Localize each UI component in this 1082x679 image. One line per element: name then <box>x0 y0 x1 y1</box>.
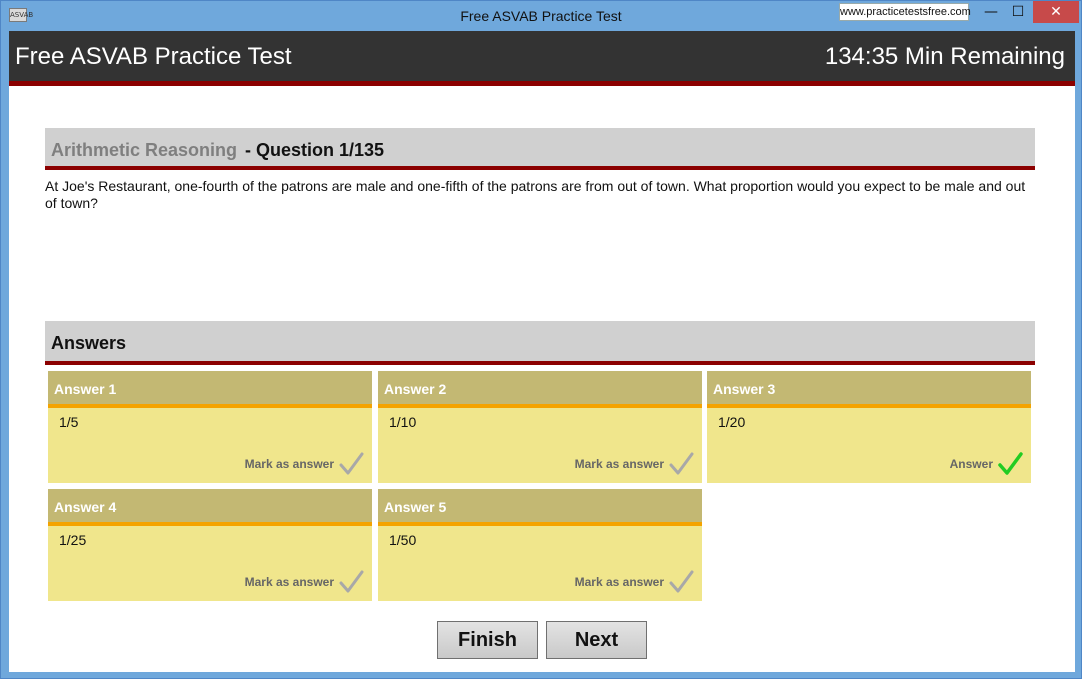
client-area: Free ASVAB Practice Test 134:35 Min Rema… <box>9 31 1075 672</box>
question-category: Arithmetic Reasoning <box>51 140 238 160</box>
answer-title-bar: Answer 5 <box>378 489 702 526</box>
checkmark-icon <box>339 452 364 475</box>
close-icon: ✕ <box>1050 4 1062 20</box>
maximize-icon: ☐ <box>1011 4 1025 20</box>
checkmark-selected-icon <box>998 452 1023 475</box>
finish-button[interactable]: Finish <box>437 621 538 659</box>
close-button[interactable]: ✕ <box>1033 1 1079 23</box>
minimize-button[interactable]: — <box>976 1 1006 23</box>
mark-as-answer-button[interactable]: Mark as answer <box>245 569 364 595</box>
checkmark-icon <box>339 570 364 593</box>
mark-label: Mark as answer <box>574 575 664 589</box>
app-header: Free ASVAB Practice Test 134:35 Min Rema… <box>9 31 1075 81</box>
maximize-button[interactable]: ☐ <box>1003 1 1033 23</box>
mark-label: Answer <box>949 457 993 471</box>
app-title: Free ASVAB Practice Test <box>15 43 292 70</box>
question-header: Arithmetic Reasoning - Question 1/135 <box>45 128 1035 170</box>
mark-label: Mark as answer <box>574 457 664 471</box>
answer-card-1[interactable]: Answer 1 1/5 Mark as answer <box>48 371 372 483</box>
answer-card-5[interactable]: Answer 5 1/50 Mark as answer <box>378 489 702 601</box>
answer-title: Answer 5 <box>384 499 447 515</box>
answers-label: Answers <box>51 333 127 353</box>
checkmark-icon <box>669 570 694 593</box>
answer-title: Answer 4 <box>54 499 117 515</box>
mark-as-answer-button[interactable]: Mark as answer <box>575 569 694 595</box>
mark-as-answer-button[interactable]: Mark as answer <box>575 451 694 477</box>
header-divider <box>9 81 1075 86</box>
time-remaining: 134:35 Min Remaining <box>824 43 1065 70</box>
mark-label: Mark as answer <box>244 575 334 589</box>
answer-value: 1/20 <box>718 414 746 430</box>
minimize-icon: — <box>984 4 998 20</box>
answers-header: Answers <box>45 321 1035 365</box>
question-text: At Joe's Restaurant, one-fourth of the p… <box>45 178 1026 211</box>
answer-card-2[interactable]: Answer 2 1/10 Mark as answer <box>378 371 702 483</box>
answer-value: 1/25 <box>59 532 87 548</box>
checkmark-icon <box>669 452 694 475</box>
answer-value: 1/5 <box>59 414 79 430</box>
answer-title-bar: Answer 2 <box>378 371 702 408</box>
question-number-label: Question 1/135 <box>256 140 385 160</box>
answer-card-3[interactable]: Answer 3 1/20 Answer <box>707 371 1031 483</box>
question-separator: - <box>245 140 256 160</box>
mark-as-answer-button[interactable]: Mark as answer <box>245 451 364 477</box>
answer-value: 1/10 <box>389 414 417 430</box>
selected-answer-indicator[interactable]: Answer <box>950 451 1023 477</box>
answer-title-bar: Answer 4 <box>48 489 372 526</box>
next-button[interactable]: Next <box>546 621 647 659</box>
answer-card-4[interactable]: Answer 4 1/25 Mark as answer <box>48 489 372 601</box>
answer-title-bar: Answer 3 <box>707 371 1031 408</box>
title-bar[interactable]: ASVAB Free ASVAB Practice Test www.pract… <box>1 1 1081 31</box>
answer-title: Answer 1 <box>54 381 117 397</box>
question-number: - Question 1/135 <box>245 140 384 161</box>
answer-title: Answer 3 <box>713 381 776 397</box>
app-window: ASVAB Free ASVAB Practice Test www.pract… <box>0 0 1082 679</box>
answer-title: Answer 2 <box>384 381 447 397</box>
website-link[interactable]: www.practicetestsfree.com <box>839 3 971 21</box>
mark-label: Mark as answer <box>244 457 334 471</box>
answer-title-bar: Answer 1 <box>48 371 372 408</box>
answer-value: 1/50 <box>389 532 417 548</box>
